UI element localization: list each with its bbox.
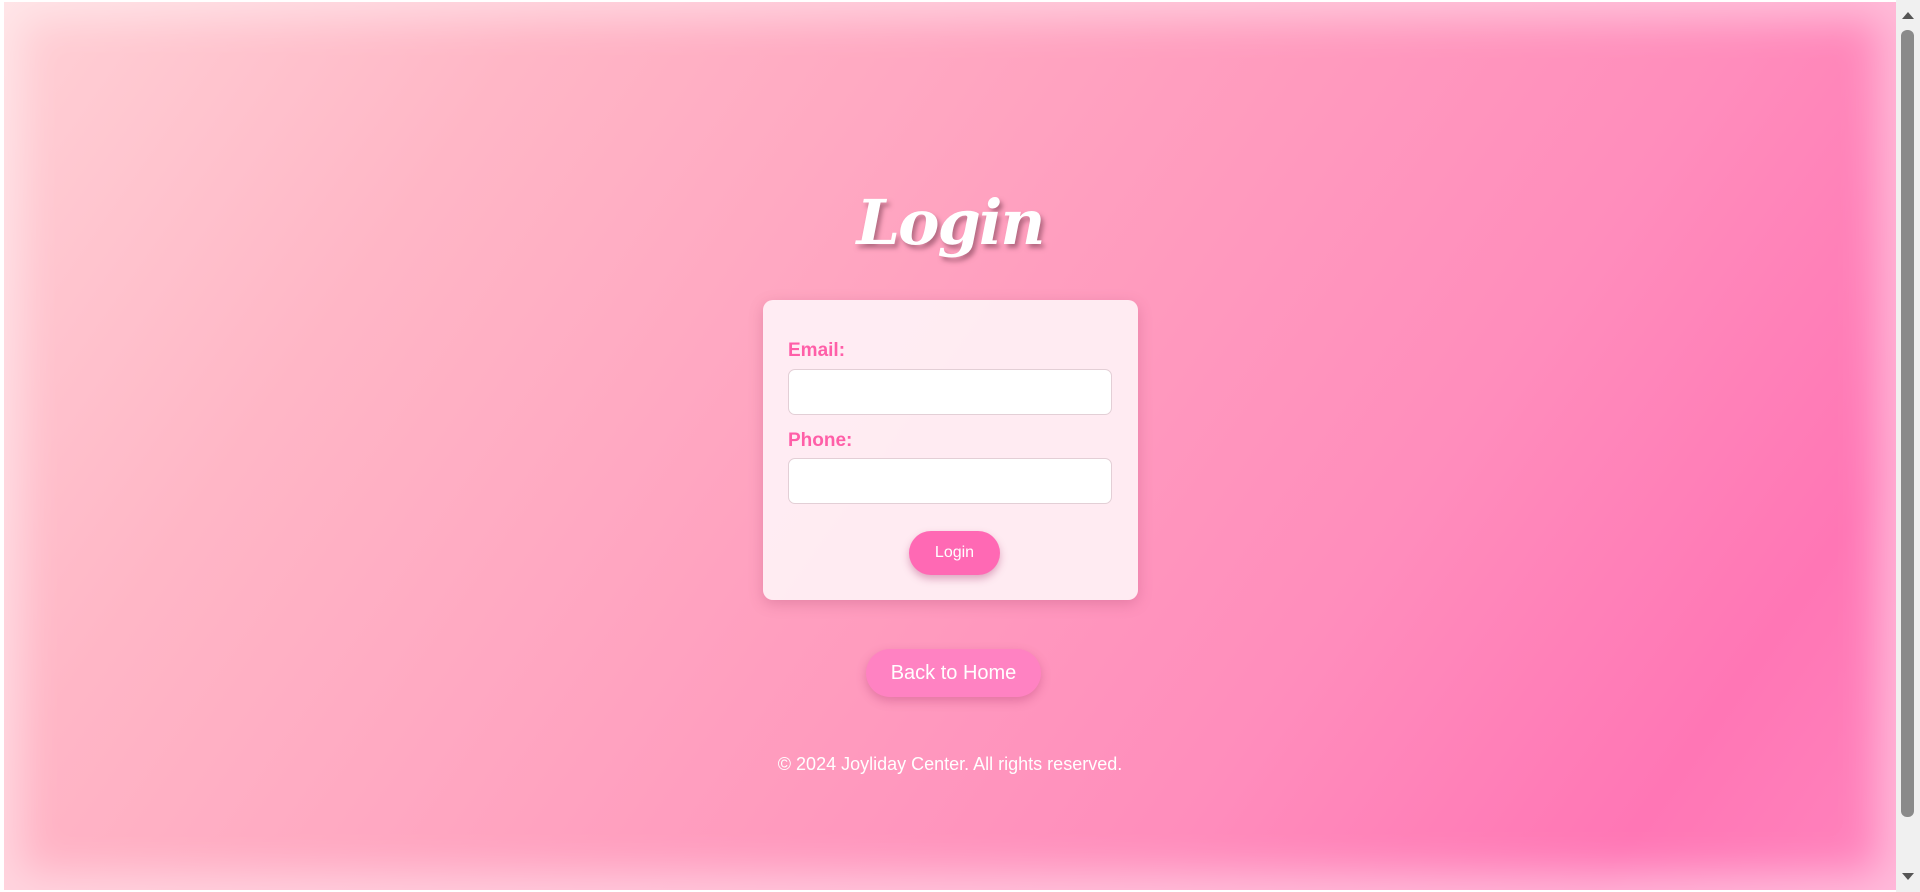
login-button[interactable]: Login xyxy=(909,531,1000,575)
page-background: Login Email: Phone: Login Back to Home ©… xyxy=(4,2,1896,890)
footer-copyright: © 2024 Joyliday Center. All rights reser… xyxy=(777,754,1123,774)
scroll-up-arrow-icon[interactable] xyxy=(1902,12,1914,19)
page-title: Login xyxy=(856,186,1046,259)
back-to-home-button[interactable]: Back to Home xyxy=(866,649,1041,697)
phone-label: Phone: xyxy=(788,430,853,451)
phone-field[interactable] xyxy=(788,458,1112,504)
email-field[interactable] xyxy=(788,369,1112,415)
scroll-thumb[interactable] xyxy=(1901,30,1914,817)
login-card: Email: Phone: Login xyxy=(763,300,1138,600)
vertical-scrollbar[interactable] xyxy=(1896,0,1920,892)
email-label: Email: xyxy=(788,340,846,361)
scroll-down-arrow-icon[interactable] xyxy=(1902,873,1914,880)
